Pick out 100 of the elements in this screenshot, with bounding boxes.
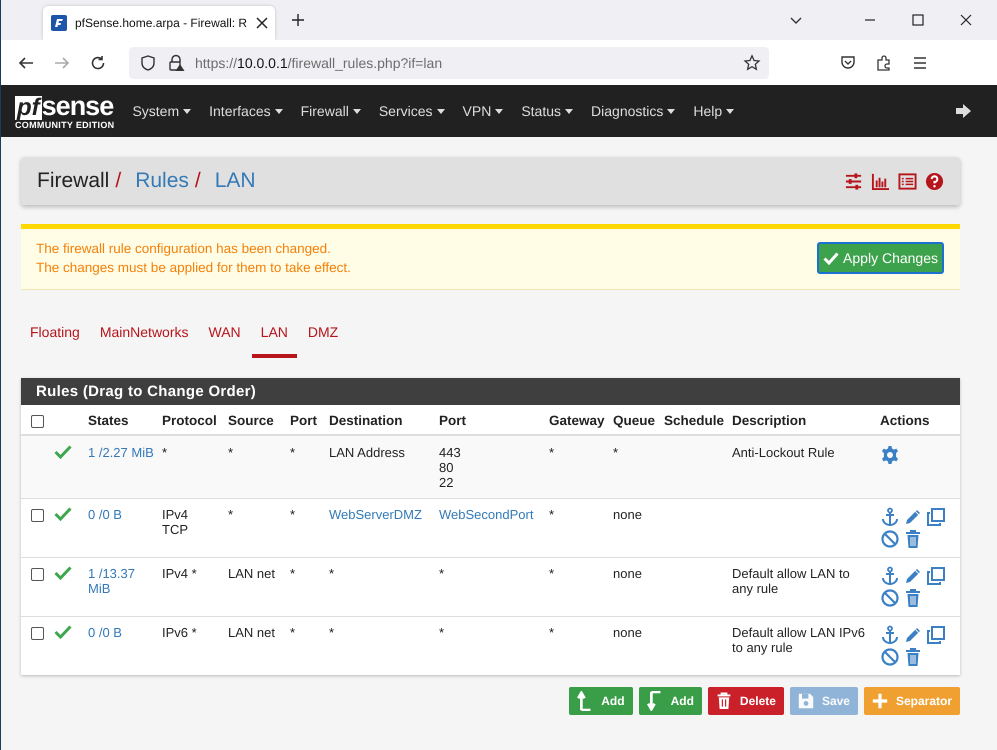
table-cell-text: LAN net	[228, 566, 276, 581]
favicon-icon	[51, 15, 67, 31]
close-icon[interactable]	[959, 13, 973, 27]
nav-menu[interactable]: Diagnostics	[591, 103, 676, 119]
column-header: States	[88, 413, 129, 428]
table-cell-text: *	[439, 625, 446, 640]
pencil-icon[interactable]	[903, 625, 923, 645]
copy-icon[interactable]	[926, 625, 946, 645]
interface-tab[interactable]: DMZ	[308, 324, 338, 358]
trash-icon[interactable]	[903, 588, 923, 608]
table-cell-text: *	[228, 445, 234, 460]
column-header: Schedule	[664, 413, 724, 428]
anchor-icon[interactable]	[880, 625, 900, 645]
row-checkbox[interactable]	[31, 627, 44, 640]
table-cell-text: IPv4 TCP	[162, 507, 190, 537]
table-cell-text: Default allow LAN to any rule	[732, 566, 851, 596]
states-link[interactable]: 1 /13.37 MiB	[88, 566, 156, 596]
disable-icon[interactable]	[880, 529, 900, 549]
table-cell-text: none	[613, 625, 643, 640]
table-cell-text: *	[329, 625, 336, 640]
logout-icon[interactable]	[955, 103, 973, 119]
bar-chart-icon[interactable]	[871, 172, 890, 190]
table-cell-text: *	[439, 566, 446, 581]
delete-button[interactable]: Delete	[708, 687, 784, 715]
nav-menu[interactable]: Status	[521, 103, 574, 119]
column-header: Gateway	[549, 413, 605, 428]
sliders-icon[interactable]	[844, 172, 863, 190]
table-cell-text: 443 80 22	[439, 445, 462, 490]
column-header: Source	[228, 413, 274, 428]
row-checkbox[interactable]	[31, 509, 44, 522]
star-icon[interactable]	[743, 54, 761, 72]
nav-menu[interactable]: Help	[693, 103, 734, 119]
add-bottom-button[interactable]: Add	[638, 687, 702, 715]
new-tab-icon[interactable]	[291, 13, 305, 27]
address-field[interactable]: https://10.0.0.1/firewall_rules.php?if=lan	[129, 46, 769, 78]
check-icon	[823, 251, 840, 265]
row-checkbox[interactable]	[31, 568, 44, 582]
table-cell-text: *	[228, 507, 234, 522]
table-cell-text: *	[290, 445, 296, 460]
lock-warning-icon	[167, 54, 185, 72]
column-header: Port	[290, 413, 317, 428]
breadcrumb-item[interactable]: LAN	[214, 169, 256, 193]
plus-icon	[872, 691, 888, 711]
column-header: Actions	[880, 413, 930, 428]
nav-menu[interactable]: VPN	[462, 103, 504, 119]
interface-tab[interactable]: Floating	[30, 324, 80, 358]
table-cell-text: *	[162, 445, 168, 460]
trash-icon[interactable]	[903, 529, 923, 549]
select-all-checkbox[interactable]	[31, 414, 44, 428]
nav-menu[interactable]: Firewall	[300, 103, 361, 119]
anchor-icon[interactable]	[880, 507, 900, 527]
panel-title: Rules (Drag to Change Order)	[36, 383, 256, 400]
close-icon[interactable]	[255, 16, 270, 30]
table-cell-text: *	[290, 566, 296, 581]
table-cell-text: IPv6 *	[162, 625, 198, 640]
check-icon	[54, 625, 72, 639]
pencil-icon[interactable]	[903, 566, 923, 586]
table-cell-text: *	[549, 445, 556, 460]
alias-link[interactable]: WebServerDMZ	[329, 507, 433, 522]
maximize-icon[interactable]	[911, 13, 925, 27]
interface-tab[interactable]: WAN	[208, 324, 241, 358]
nav-menu[interactable]: Services	[378, 103, 445, 119]
list-icon[interactable]	[898, 172, 917, 190]
table-cell-text: Default allow LAN IPv6 to any rule	[732, 625, 866, 655]
pfsense-logo[interactable]: pfsense COMMUNITY EDITION	[15, 92, 114, 130]
table-cell-text: *	[329, 566, 336, 581]
pencil-icon[interactable]	[903, 507, 923, 527]
arrow-up-icon	[577, 691, 594, 711]
breadcrumb-item: Firewall	[37, 169, 110, 193]
column-header: Queue	[613, 413, 656, 428]
interface-tab[interactable]: MainNetworks	[100, 324, 189, 358]
column-header: Protocol	[162, 413, 217, 428]
reload-icon[interactable]	[89, 54, 107, 72]
arrow-down-icon	[646, 691, 663, 711]
nav-menu[interactable]: System	[132, 103, 192, 119]
breadcrumb-item[interactable]: Rules	[135, 169, 189, 193]
interface-tab[interactable]: LAN	[252, 324, 297, 358]
nav-menu[interactable]: Interfaces	[209, 103, 283, 119]
disable-icon[interactable]	[880, 647, 900, 667]
alias-link[interactable]: WebSecondPort	[439, 507, 543, 522]
alert-text: The changes must be applied for them to take effect.	[36, 260, 352, 275]
breadcrumb-separator: /	[115, 169, 122, 193]
apply-changes-button[interactable]: Apply Changes	[817, 242, 944, 274]
states-link[interactable]: 0 /0 B	[88, 507, 156, 522]
help-icon[interactable]	[925, 172, 944, 190]
copy-icon[interactable]	[926, 566, 946, 586]
anchor-icon[interactable]	[880, 566, 900, 586]
states-link[interactable]: 0 /0 B	[88, 625, 156, 640]
column-header: Port	[439, 413, 466, 428]
table-cell-text: IPv4 *	[162, 566, 198, 581]
shield-icon	[139, 54, 157, 72]
check-icon	[54, 507, 72, 521]
copy-icon[interactable]	[926, 507, 946, 527]
browser-tab[interactable]: pfSense.home.arpa - Firewall: R	[43, 6, 275, 40]
add-top-button[interactable]: Add	[569, 687, 633, 715]
gear-icon[interactable]	[880, 445, 900, 465]
trash-icon[interactable]	[903, 647, 923, 667]
disable-icon[interactable]	[880, 588, 900, 608]
pocket-icon[interactable]	[839, 54, 857, 72]
table-cell-text: *	[549, 507, 556, 522]
